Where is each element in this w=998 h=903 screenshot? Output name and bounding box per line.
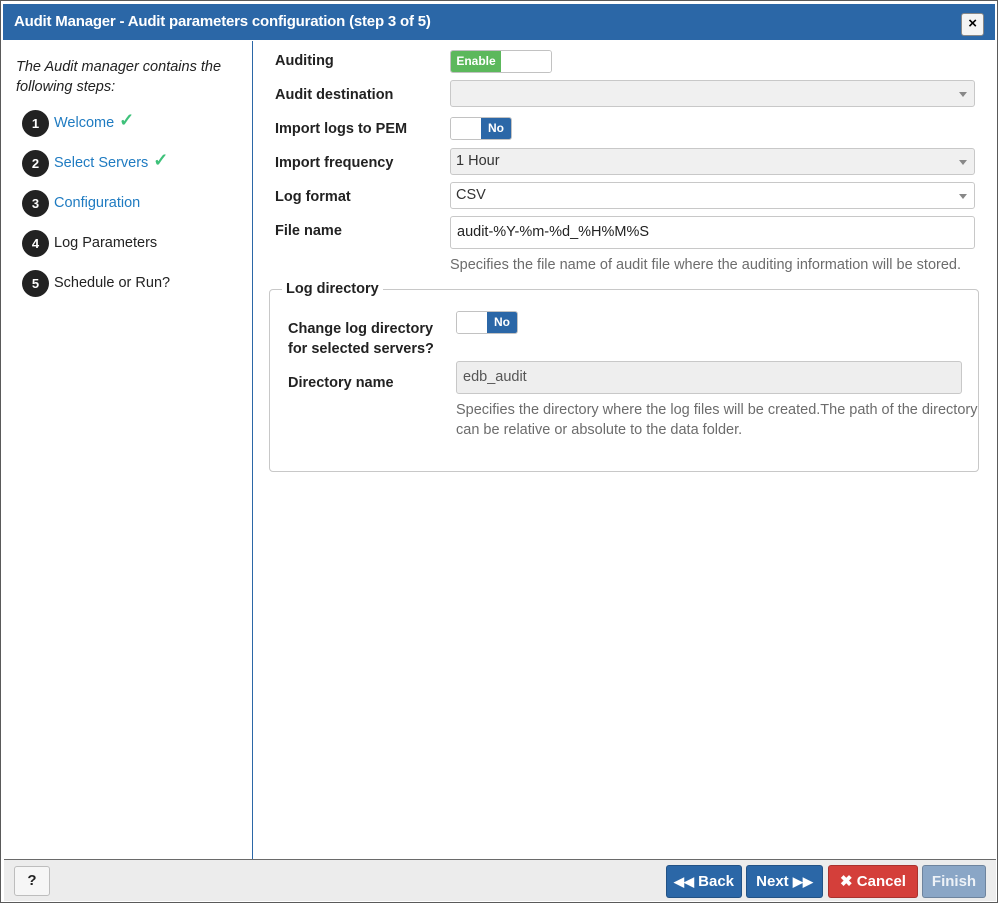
dialog-footer: ? ◀◀ Back Next ▶▶ ✖ Cancel Finish [4, 859, 996, 901]
step-schedule-or-run: 5 Schedule or Run? [22, 269, 170, 297]
import-logs-label: Import logs to PEM [275, 121, 408, 137]
step-label: Schedule or Run? [54, 275, 171, 291]
directory-name-label: Directory name [288, 375, 394, 391]
cancel-button[interactable]: ✖ Cancel [828, 865, 918, 898]
change-log-directory-toggle[interactable]: No [456, 311, 518, 334]
import-frequency-select[interactable]: 1 Hour [450, 148, 975, 175]
step-number: 4 [22, 229, 49, 257]
step-label[interactable]: Configuration [54, 195, 140, 211]
import-frequency-value: 1 Hour [456, 153, 500, 169]
change-log-directory-toggle-off: No [487, 312, 517, 333]
dialog-title: Audit Manager - Audit parameters configu… [14, 13, 431, 30]
step-label[interactable]: Select Servers [54, 155, 148, 171]
check-icon: ✓ [153, 149, 169, 170]
change-log-directory-label-line1: Change log directory [288, 321, 434, 337]
finish-button[interactable]: Finish [922, 865, 986, 898]
check-icon: ✓ [119, 109, 135, 130]
rewind-icon: ◀◀ [673, 874, 694, 889]
step-log-parameters: 4 Log Parameters [22, 229, 157, 257]
file-name-input[interactable]: audit-%Y-%m-%d_%H%M%S [450, 216, 975, 249]
steps-intro: The Audit manager contains the following… [16, 59, 222, 95]
step-number: 3 [22, 189, 49, 217]
audit-manager-dialog: Audit Manager - Audit parameters configu… [0, 0, 998, 903]
log-directory-fieldset: Log directory Change log directory for s… [269, 281, 979, 472]
step-configuration[interactable]: 3 Configuration [22, 189, 140, 217]
auditing-toggle[interactable]: Enable [450, 50, 552, 73]
audit-destination-select[interactable] [450, 80, 975, 107]
directory-name-input[interactable]: edb_audit [456, 361, 962, 394]
import-logs-toggle-off: No [481, 118, 511, 139]
import-logs-toggle[interactable]: No [450, 117, 512, 140]
toggle-handle [501, 51, 551, 72]
step-welcome[interactable]: 1 Welcome ✓ [22, 109, 134, 137]
help-button[interactable]: ? [14, 866, 50, 896]
configuration-panel: Auditing Enable Audit destination Import… [254, 41, 996, 859]
auditing-label: Auditing [275, 53, 334, 69]
toggle-handle [451, 118, 481, 139]
fast-forward-icon: ▶▶ [792, 874, 813, 889]
cancel-label: Cancel [856, 873, 906, 890]
chevron-down-icon [959, 194, 967, 199]
chevron-down-icon [959, 160, 967, 165]
chevron-down-icon [959, 92, 967, 97]
audit-destination-label: Audit destination [275, 87, 394, 103]
step-select-servers[interactable]: 2 Select Servers ✓ [22, 149, 168, 177]
back-label: Back [698, 873, 735, 890]
steps-sidebar: The Audit manager contains the following… [4, 41, 253, 859]
next-button[interactable]: Next ▶▶ [746, 865, 823, 898]
directory-help-line2: can be relative or absolute to the data … [456, 422, 743, 438]
step-label[interactable]: Welcome [54, 115, 114, 131]
step-number: 1 [22, 109, 49, 137]
step-label: Log Parameters [54, 235, 158, 251]
next-label: Next [756, 873, 789, 890]
change-log-directory-label-line2: for selected servers? [288, 341, 434, 357]
log-directory-legend: Log directory [282, 281, 383, 297]
file-name-label: File name [275, 223, 342, 239]
dialog-titlebar: Audit Manager - Audit parameters configu… [3, 4, 995, 40]
close-button[interactable]: × [961, 13, 984, 36]
auditing-toggle-on: Enable [451, 51, 501, 72]
step-number: 5 [22, 269, 49, 297]
close-icon: ✖ [840, 873, 853, 890]
back-button[interactable]: ◀◀ Back [666, 865, 742, 898]
log-format-select[interactable]: CSV [450, 182, 975, 209]
step-number: 2 [22, 149, 49, 177]
file-name-help: Specifies the file name of audit file wh… [450, 257, 962, 273]
import-frequency-label: Import frequency [275, 155, 394, 171]
directory-help-line1: Specifies the directory where the log fi… [456, 402, 978, 418]
log-format-value: CSV [456, 187, 486, 203]
toggle-handle [457, 312, 487, 333]
log-format-label: Log format [275, 189, 351, 205]
